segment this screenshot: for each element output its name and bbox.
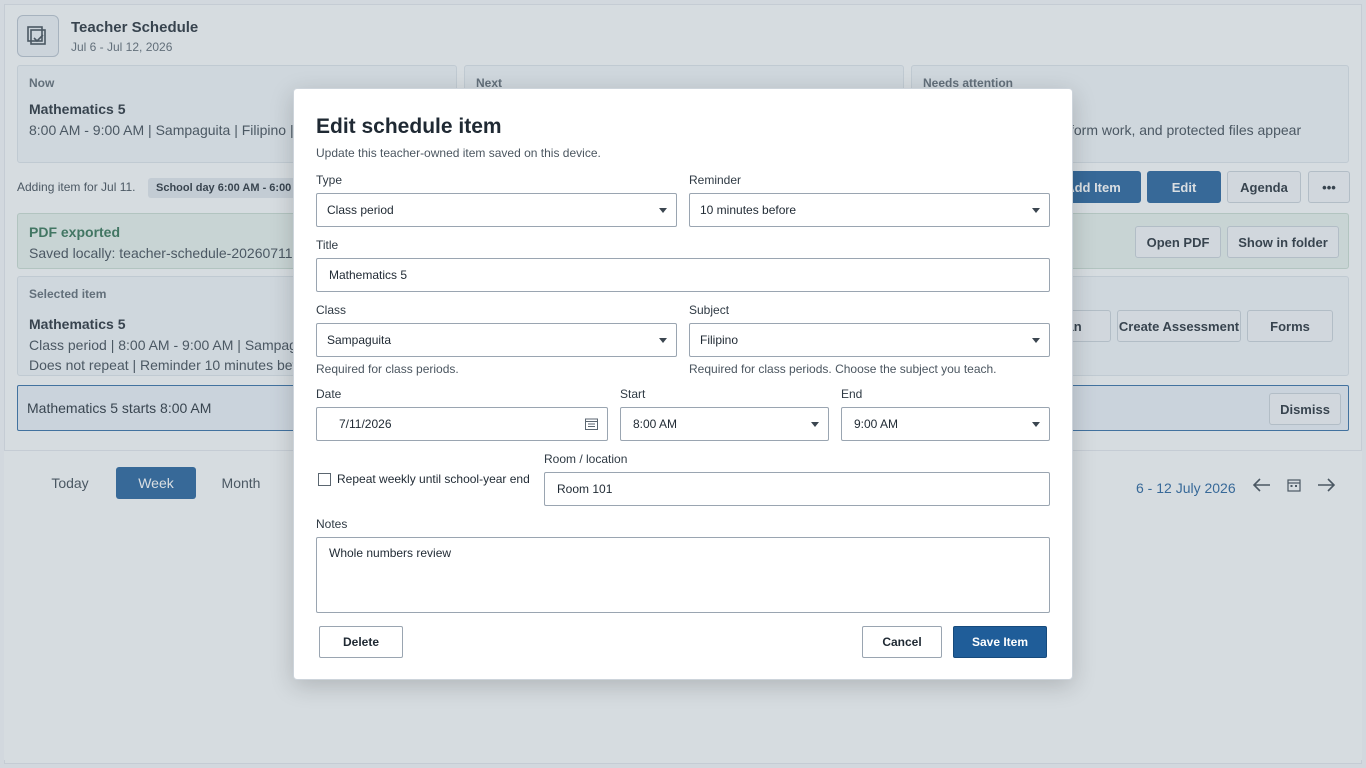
dialog-subtitle: Update this teacher-owned item saved on … — [316, 146, 601, 160]
date-value: 7/11/2026 — [339, 417, 392, 431]
repeat-weekly-checkbox[interactable] — [318, 472, 331, 486]
reminder-select[interactable]: 10 minutes before — [689, 193, 1050, 227]
title-label: Title — [316, 238, 339, 252]
reminder-value: 10 minutes before — [700, 203, 797, 217]
subject-label: Subject — [689, 303, 730, 317]
dialog-title: Edit schedule item — [316, 115, 502, 138]
class-value: Sampaguita — [327, 333, 392, 347]
repeat-weekly-label[interactable]: Repeat weekly until school-year end — [337, 472, 530, 486]
type-select[interactable]: Class period — [316, 193, 677, 227]
room-input[interactable]: Room 101 — [544, 472, 1050, 506]
type-label: Type — [316, 173, 343, 187]
start-time-select[interactable]: 8:00 AM — [620, 407, 829, 441]
calendar-icon[interactable] — [585, 418, 598, 430]
chevron-down-icon — [1032, 421, 1040, 427]
chevron-down-icon — [659, 337, 667, 343]
notes-value: Whole numbers review — [329, 546, 452, 560]
subject-help: Required for class periods. Choose the s… — [689, 362, 997, 376]
chevron-down-icon — [811, 421, 819, 427]
delete-button[interactable]: Delete — [319, 626, 403, 658]
title-value: Mathematics 5 — [329, 268, 408, 282]
class-select[interactable]: Sampaguita — [316, 323, 677, 357]
title-input[interactable]: Mathematics 5 — [316, 258, 1050, 292]
type-value: Class period — [327, 203, 394, 217]
date-label: Date — [316, 387, 342, 401]
class-help: Required for class periods. — [316, 362, 459, 376]
subject-value: Filipino — [700, 333, 739, 347]
notes-textarea[interactable]: Whole numbers review — [316, 537, 1050, 613]
chevron-down-icon — [659, 207, 667, 213]
chevron-down-icon — [1032, 207, 1040, 213]
cancel-button[interactable]: Cancel — [862, 626, 942, 658]
end-time-select[interactable]: 9:00 AM — [841, 407, 1050, 441]
start-value: 8:00 AM — [633, 417, 678, 431]
notes-label: Notes — [316, 517, 348, 531]
class-label: Class — [316, 303, 347, 317]
reminder-label: Reminder — [689, 173, 742, 187]
edit-schedule-dialog: Edit schedule item Update this teacher-o… — [293, 88, 1073, 680]
subject-select[interactable]: Filipino — [689, 323, 1050, 357]
room-label: Room / location — [544, 452, 628, 466]
save-item-button[interactable]: Save Item — [953, 626, 1047, 658]
repeat-weekly-row[interactable]: Repeat weekly until school-year end — [318, 472, 530, 486]
date-picker[interactable]: 7/11/2026 — [316, 407, 608, 441]
end-label: End — [841, 387, 863, 401]
end-value: 9:00 AM — [854, 417, 899, 431]
room-value: Room 101 — [557, 482, 613, 496]
start-label: Start — [620, 387, 646, 401]
chevron-down-icon — [1032, 337, 1040, 343]
